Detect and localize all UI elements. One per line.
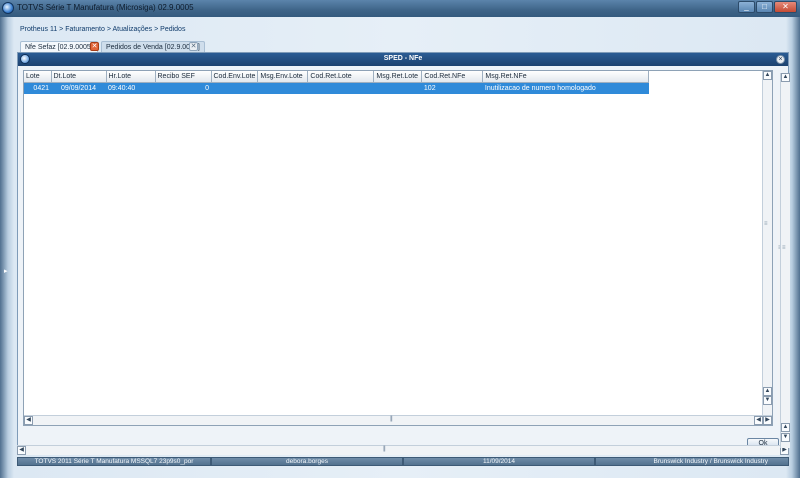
- scroll-left-end-icon[interactable]: ◀: [754, 416, 763, 425]
- scroll-down-end-icon[interactable]: ▲: [763, 387, 772, 396]
- tab-label: Nfe Sefaz [02.9.0005]: [25, 44, 93, 51]
- table-row[interactable]: 0421 09/09/2014 09:40:40 0 102 Inutiliza…: [24, 82, 649, 94]
- cell-msg-env-lote: [257, 82, 308, 94]
- lote-grid[interactable]: Lote Dt.Lote Hr.Lote Recibo SEF Cod.Env.…: [23, 70, 773, 426]
- column-header-cod-ret-nfe[interactable]: Cod.Ret.NFe: [421, 71, 484, 83]
- status-user: debora.borges: [211, 457, 403, 466]
- column-header-msg-ret-nfe[interactable]: Msg.Ret.NFe: [482, 71, 650, 83]
- dialog-close-icon[interactable]: ×: [776, 55, 785, 64]
- column-header-cod-ret-lote[interactable]: Cod.Ret.Lote: [307, 71, 375, 83]
- cell-dt-lote: 09/09/2014: [51, 82, 106, 94]
- breadcrumb[interactable]: Protheus 11 > Faturamento > Atualizações…: [20, 26, 185, 33]
- scroll-up-end-icon[interactable]: ▲: [781, 423, 790, 432]
- app-logo-icon: [2, 2, 14, 14]
- cell-msg-ret-lote: [373, 82, 422, 94]
- lote-table: Lote Dt.Lote Hr.Lote Recibo SEF Cod.Env.…: [24, 71, 650, 94]
- cell-lote: 0421: [24, 82, 51, 94]
- cell-cod-env-lote: [211, 82, 258, 94]
- scroll-grip-icon[interactable]: |||: [383, 446, 386, 452]
- column-header-recibo-sef[interactable]: Recibo SEF: [155, 71, 212, 83]
- tab-nfe-sefaz[interactable]: Nfe Sefaz [02.9.0005]: [20, 41, 98, 52]
- grid-vertical-scrollbar[interactable]: ▲ ≡ ▲ ▼: [762, 71, 772, 415]
- column-header-msg-ret-lote[interactable]: Msg.Ret.Lote: [373, 71, 423, 83]
- status-company: Brunswick Industry / Brunswick Industry: [595, 457, 789, 466]
- close-window-button[interactable]: ✕: [774, 1, 797, 13]
- window-vertical-scrollbar[interactable]: ▲ ≡ ▲ ▼: [780, 73, 790, 448]
- scroll-up-icon[interactable]: ▲: [781, 73, 790, 82]
- maximize-button[interactable]: □: [756, 1, 773, 13]
- window-horizontal-scrollbar[interactable]: ◀ ||| ▶: [17, 445, 789, 455]
- column-header-cod-env-lote[interactable]: Cod.Env.Lote: [211, 71, 259, 83]
- tab-label: Pedidos de Venda [02.9.0005]: [106, 44, 200, 51]
- close-tab-icon[interactable]: ✕: [90, 42, 99, 51]
- cell-msg-ret-nfe: Inutilizacao de numero homologado: [482, 82, 649, 94]
- dialog-title: SPED - NFe: [383, 55, 423, 62]
- column-header-hr-lote[interactable]: Hr.Lote: [106, 71, 156, 83]
- close-tab-icon[interactable]: ✕: [189, 42, 198, 51]
- cell-recibo-sef: 0: [155, 82, 211, 94]
- status-version: TOTVS 2011 Série T Manufatura MSSQL7 23p…: [17, 457, 211, 466]
- scroll-left-icon[interactable]: ◀: [17, 446, 26, 455]
- scroll-left-icon[interactable]: ◀: [24, 416, 33, 425]
- table-header-row: Lote Dt.Lote Hr.Lote Recibo SEF Cod.Env.…: [24, 71, 650, 83]
- main-client-area: ▸ Protheus 11 > Faturamento > Atualizaçõ…: [0, 17, 800, 478]
- column-header-dt-lote[interactable]: Dt.Lote: [51, 71, 107, 83]
- scroll-grip-icon[interactable]: ≡: [782, 245, 785, 251]
- column-header-msg-env-lote[interactable]: Msg.Env.Lote: [257, 71, 309, 83]
- window-title: TOTVS Série T Manufatura (Microsiga) 02.…: [17, 3, 194, 12]
- scroll-right-icon[interactable]: ▶: [763, 416, 772, 425]
- sidebar-expand-icon[interactable]: ▸: [4, 267, 8, 275]
- cell-hr-lote: 09:40:40: [106, 82, 155, 94]
- sped-nfe-dialog: SPED - NFe × Lote Dt.Lote Hr.Lote Recibo…: [17, 52, 789, 450]
- cell-cod-ret-lote: [307, 82, 374, 94]
- cell-cod-ret-nfe: 102: [421, 82, 483, 94]
- status-date: 11/09/2014: [403, 457, 595, 466]
- scroll-down-icon[interactable]: ▼: [781, 433, 790, 442]
- grid-horizontal-scrollbar[interactable]: ◀ ||| ◀ ▶: [24, 415, 772, 425]
- scroll-grip-icon[interactable]: |||: [390, 416, 393, 422]
- window-title-bar[interactable]: TOTVS Série T Manufatura (Microsiga) 02.…: [0, 0, 800, 17]
- column-header-lote[interactable]: Lote: [24, 71, 52, 83]
- scroll-down-icon[interactable]: ▼: [763, 396, 772, 405]
- scroll-grip-icon[interactable]: ≡: [764, 221, 767, 227]
- minimize-button[interactable]: _: [738, 1, 755, 13]
- status-bar: TOTVS 2011 Série T Manufatura MSSQL7 23p…: [17, 457, 789, 466]
- dialog-header: SPED - NFe ×: [18, 53, 788, 66]
- scroll-up-icon[interactable]: ▲: [763, 71, 772, 80]
